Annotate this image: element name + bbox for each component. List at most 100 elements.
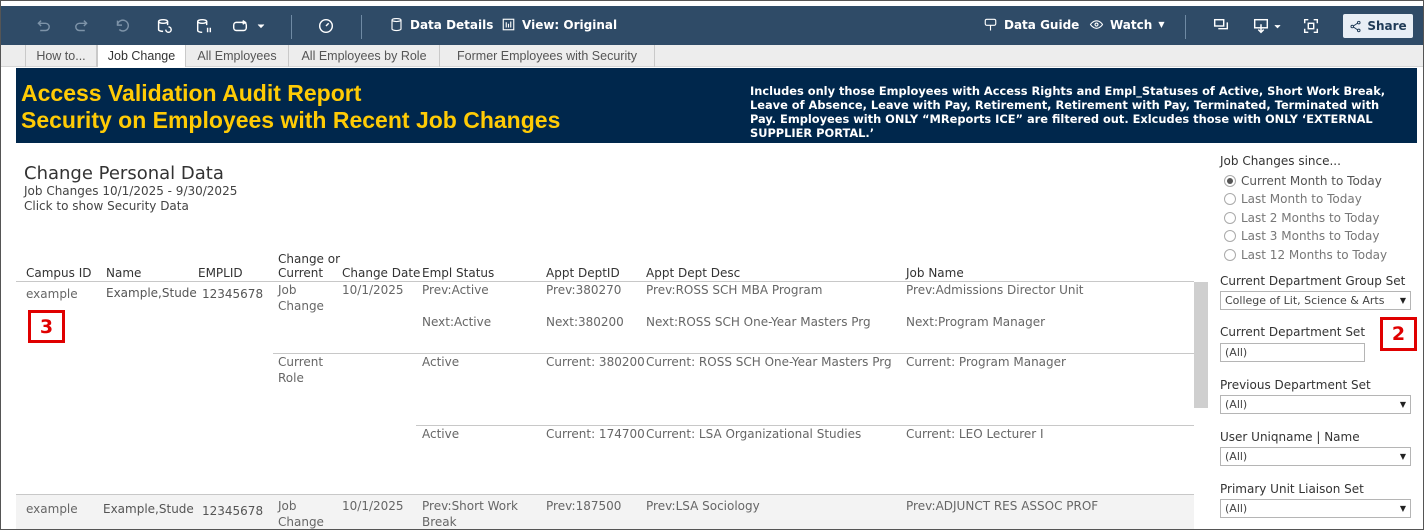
download-caret-icon[interactable]: [1271, 13, 1283, 39]
empl-status-cell[interactable]: Next:Active: [422, 314, 491, 330]
report-date-range: Job Changes 10/1/2025 - 9/30/2025: [24, 184, 238, 198]
pause-updates-icon[interactable]: [191, 13, 217, 39]
appt-dept-desc-cell[interactable]: Current: ROSS SCH One-Year Masters Prg: [646, 354, 892, 370]
appt-dept-desc-cell[interactable]: Next:ROSS SCH One-Year Masters Prg: [646, 314, 871, 330]
col-header-job-name[interactable]: Job Name: [906, 266, 964, 280]
fullscreen-icon[interactable]: [1298, 13, 1324, 39]
job-name-cell[interactable]: Prev:ADJUNCT RES ASSOC PROF: [906, 498, 1098, 514]
share-label: Share: [1367, 19, 1407, 33]
job-name-cell[interactable]: Current: LEO Lecturer I: [906, 426, 1044, 442]
change-type-cell[interactable]: Job: [278, 282, 297, 298]
primary-liaison-select[interactable]: (All) ▼: [1220, 499, 1411, 518]
select-value: (All): [1225, 502, 1248, 515]
col-header-current[interactable]: Current: [278, 266, 323, 280]
tab-label: All Employees by Role: [301, 49, 427, 63]
col-header-empl-status[interactable]: Empl Status: [422, 266, 494, 280]
share-button[interactable]: Share: [1343, 14, 1413, 38]
change-type-cell[interactable]: Job: [278, 498, 297, 514]
name-cell[interactable]: Example,Stude: [103, 501, 194, 517]
comments-icon[interactable]: [1208, 13, 1234, 39]
empl-status-cell[interactable]: Break: [422, 514, 457, 529]
empl-status-cell[interactable]: Active: [422, 426, 459, 442]
previous-dept-set-select[interactable]: (All) ▼: [1220, 395, 1411, 414]
col-header-name[interactable]: Name: [106, 266, 141, 280]
col-header-appt-deptid[interactable]: Appt DeptID: [546, 266, 620, 280]
user-uniqname-select[interactable]: (All) ▼: [1220, 447, 1411, 466]
data-guide-button[interactable]: Data Guide: [983, 17, 1079, 32]
radio-label: Last 12 Months to Today: [1241, 248, 1388, 262]
radio-last-month[interactable]: Last Month to Today: [1224, 192, 1362, 206]
job-changes-since-label: Job Changes since...: [1220, 154, 1341, 168]
tab-all-employees-by-role[interactable]: All Employees by Role: [289, 45, 440, 67]
appt-deptid-cell[interactable]: Prev:187500: [546, 498, 621, 514]
redo-icon[interactable]: [70, 13, 96, 39]
view-original-button[interactable]: View: Original: [501, 17, 617, 32]
data-details-button[interactable]: Data Details: [389, 17, 493, 32]
appt-dept-desc-cell[interactable]: Prev:ROSS SCH MBA Program: [646, 282, 822, 298]
current-dept-group-select[interactable]: College of Lit, Science & Arts ▼: [1220, 291, 1411, 310]
name-cell[interactable]: Example,Stude: [106, 285, 197, 301]
empl-status-cell[interactable]: Active: [422, 354, 459, 370]
appt-dept-desc-cell[interactable]: Current: LSA Organizational Studies: [646, 426, 861, 442]
tab-job-change[interactable]: Job Change: [97, 45, 186, 67]
tab-all-employees[interactable]: All Employees: [186, 45, 289, 67]
radio-last-3-months[interactable]: Last 3 Months to Today: [1224, 229, 1380, 243]
toolbar-divider: [361, 15, 362, 39]
change-type-cell[interactable]: Current: [278, 354, 323, 370]
col-header-emplid[interactable]: EMPLID: [198, 266, 243, 280]
emplid-cell[interactable]: 12345678: [202, 286, 263, 302]
chevron-down-icon[interactable]: [253, 13, 269, 39]
toolbar: Data Details View: Original Data Guide W…: [1, 1, 1423, 45]
current-dept-group-label: Current Department Group Set: [1220, 274, 1406, 288]
chevron-down-icon: ▼: [1399, 296, 1406, 305]
radio-label: Last Month to Today: [1241, 192, 1362, 206]
previous-dept-set-label: Previous Department Set: [1220, 378, 1371, 392]
view-switch-icon[interactable]: [227, 13, 253, 39]
change-date-cell[interactable]: 10/1/2025: [342, 282, 404, 298]
radio-last-2-months[interactable]: Last 2 Months to Today: [1224, 211, 1380, 225]
watch-button[interactable]: Watch ▼: [1089, 17, 1164, 32]
col-header-appt-dept-desc[interactable]: Appt Dept Desc: [646, 266, 740, 280]
emplid-cell[interactable]: 12345678: [202, 503, 263, 519]
col-header-change-date[interactable]: Change Date: [342, 266, 420, 280]
tab-former-employees-security[interactable]: Former Employees with Security: [440, 45, 655, 67]
data-guide-icon: [984, 18, 997, 31]
change-type-cell[interactable]: Change: [278, 298, 324, 314]
report-banner: Access Validation Audit Report Security …: [16, 68, 1417, 143]
performance-gauge-icon[interactable]: [313, 13, 339, 39]
radio-unselected-icon: [1224, 230, 1236, 242]
appt-deptid-cell[interactable]: Current: 174700: [546, 426, 645, 442]
col-header-campus-id[interactable]: Campus ID: [26, 266, 92, 280]
view-icon: [502, 18, 515, 31]
refresh-data-icon[interactable]: [151, 13, 177, 39]
job-name-cell[interactable]: Next:Program Manager: [906, 314, 1045, 330]
radio-current-month[interactable]: Current Month to Today: [1224, 174, 1382, 188]
watch-label: Watch: [1110, 17, 1153, 32]
current-dept-set-select[interactable]: (All): [1220, 343, 1365, 362]
job-name-cell[interactable]: Prev:Admissions Director Unit: [906, 282, 1084, 298]
campus-id-cell[interactable]: example: [26, 501, 78, 517]
primary-liaison-label: Primary Unit Liaison Set: [1220, 482, 1364, 496]
change-date-cell[interactable]: 10/1/2025: [342, 498, 404, 514]
job-name-cell[interactable]: Current: Program Manager: [906, 354, 1066, 370]
change-type-cell[interactable]: Role: [278, 370, 304, 386]
revert-icon[interactable]: [109, 13, 135, 39]
change-type-cell[interactable]: Change: [278, 514, 324, 529]
radio-last-12-months[interactable]: Last 12 Months to Today: [1224, 248, 1387, 262]
appt-deptid-cell[interactable]: Current: 380200: [546, 354, 645, 370]
campus-id-cell[interactable]: example: [26, 286, 78, 302]
tab-how-to[interactable]: How to...: [25, 45, 97, 67]
empl-status-cell[interactable]: Prev:Active: [422, 282, 489, 298]
appt-deptid-cell[interactable]: Next:380200: [546, 314, 624, 330]
tab-label: Former Employees with Security: [457, 49, 637, 63]
undo-icon[interactable]: [29, 13, 55, 39]
share-icon: [1350, 20, 1361, 32]
empl-status-cell[interactable]: Prev:Short Work: [422, 498, 518, 514]
callout-badge-2: 2: [1380, 317, 1417, 351]
appt-dept-desc-cell[interactable]: Prev:LSA Sociology: [646, 498, 760, 514]
col-header-change-or[interactable]: Change or: [278, 252, 340, 266]
appt-deptid-cell[interactable]: Prev:380270: [546, 282, 621, 298]
table-scrollbar[interactable]: [1194, 282, 1208, 408]
report-title: Change Personal Data: [24, 163, 224, 184]
banner-title-line1: Access Validation Audit Report: [21, 80, 362, 106]
